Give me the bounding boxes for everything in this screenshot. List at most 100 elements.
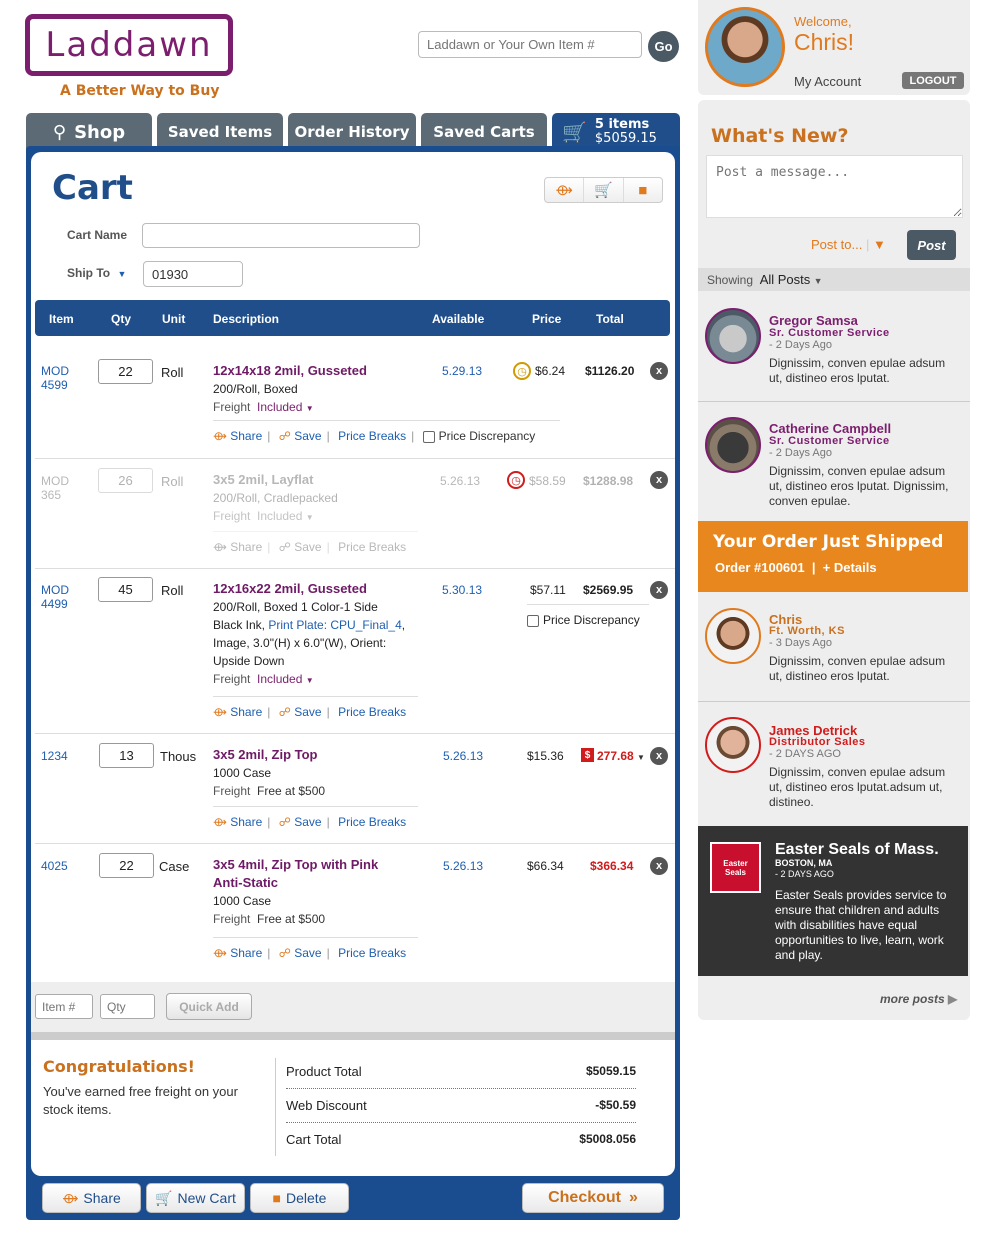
line-total: $1126.20 [585, 364, 635, 378]
table-header: Item Qty Unit Description Available Pric… [35, 300, 670, 336]
save-link[interactable]: Save [294, 946, 321, 960]
post-location: BOSTON, MA [775, 858, 833, 868]
post-to-dropdown[interactable]: Post to... | ▼ [811, 237, 886, 252]
search-input[interactable] [418, 31, 642, 58]
quick-add-qty-input[interactable] [100, 994, 155, 1019]
remove-icon[interactable]: x [650, 471, 668, 489]
freight-dropdown[interactable]: Included ▼ [257, 672, 314, 686]
share-cart-button[interactable]: ⟴ Share [42, 1183, 141, 1213]
share-icon: ⟴ [213, 946, 227, 960]
product-title[interactable]: 12x14x18 2mil, Gusseted [213, 362, 418, 380]
new-cart-button[interactable]: 🛒 New Cart [146, 1183, 245, 1213]
shipped-order: Order #100601 | + Details [715, 560, 877, 575]
qty-input[interactable]: 45 [98, 577, 153, 602]
my-account-link[interactable]: My Account [794, 74, 861, 89]
freight-dropdown[interactable]: Included ▼ [257, 400, 314, 414]
row-actions: ⟴ Share | ☍ Save | Price Breaks [213, 696, 418, 719]
freight: Freight Free at $500 [213, 784, 326, 798]
ship-to-input[interactable] [143, 261, 243, 287]
price-breaks-link[interactable]: Price Breaks [338, 429, 406, 443]
chevron-down-icon: ▼ [813, 276, 823, 286]
unit-price: $57.11 [530, 583, 566, 597]
product-title[interactable]: 3x5 2mil, Layflat [213, 471, 418, 489]
divider [698, 701, 970, 702]
price-breaks-link[interactable]: Price Breaks [338, 540, 406, 554]
logout-button[interactable]: LOGOUT [902, 72, 964, 89]
remove-icon[interactable]: x [650, 747, 668, 765]
shipped-title: Your Order Just Shipped [713, 532, 944, 552]
save-icon: ☍ [278, 705, 291, 719]
qty-input[interactable]: 22 [99, 853, 154, 878]
avatar[interactable] [705, 608, 761, 664]
more-posts-link[interactable]: more posts ▶ [880, 992, 957, 1006]
share-link[interactable]: Share [230, 705, 262, 719]
ship-to-label[interactable]: Ship To ▼ [67, 266, 126, 280]
save-link[interactable]: Save [294, 815, 321, 829]
freight: Freight Included ▼ [213, 400, 314, 414]
product-title[interactable]: 3x5 4mil, Zip Top with Pink [213, 856, 418, 874]
product-spec: 200/Roll, Boxed [213, 382, 298, 396]
product-spec: 1000 Case [213, 766, 272, 780]
qty-input[interactable]: 13 [99, 743, 154, 768]
save-link[interactable]: Save [294, 540, 321, 554]
line-total: $1288.98 [583, 474, 634, 488]
print-plate-link[interactable]: Print Plate: CPU_Final_4 [268, 618, 401, 632]
col-available: Available [432, 312, 485, 326]
product-title[interactable]: 3x5 2mil, Zip Top [213, 746, 418, 764]
product-title-line-2[interactable]: Anti-Static [213, 874, 418, 892]
unit-price: $58.59 [529, 474, 566, 488]
avatar[interactable] [705, 7, 785, 87]
add-to-cart-icon[interactable]: 🛒 [584, 178, 624, 202]
showing-filter[interactable]: Showing All Posts ▼ [698, 268, 970, 291]
trash-icon[interactable]: ■ [624, 178, 662, 202]
avatar[interactable] [705, 308, 761, 364]
price-discrepancy-checkbox[interactable] [422, 430, 435, 443]
post-message-input[interactable] [706, 155, 963, 218]
product-title[interactable]: 12x16x22 2mil, Gusseted [213, 580, 418, 598]
price-discrepancy-checkbox[interactable] [527, 614, 539, 627]
item-number[interactable]: MOD 4499 [41, 583, 69, 611]
delete-cart-button[interactable]: ■ Delete [250, 1183, 349, 1213]
quick-add-item-input[interactable] [35, 994, 93, 1019]
share-link[interactable]: Share [230, 429, 262, 443]
congrats-title: Congratulations! [43, 1057, 195, 1076]
save-link[interactable]: Save [294, 429, 321, 443]
item-number[interactable]: MOD 4599 [41, 364, 69, 392]
post-text: Dignissim, conven epulae adsum ut, disti… [769, 356, 946, 385]
post-author[interactable]: Catherine Campbell [769, 421, 891, 436]
price-breaks-link[interactable]: Price Breaks [338, 815, 406, 829]
share-icon[interactable]: ⟴ [545, 178, 585, 202]
price-breaks-link[interactable]: Price Breaks [338, 705, 406, 719]
share-link[interactable]: Share [230, 946, 262, 960]
save-link[interactable]: Save [294, 705, 321, 719]
go-button[interactable]: Go [648, 31, 679, 62]
easter-seals-logo[interactable]: Easter Seals [710, 842, 761, 893]
share-link[interactable]: Share [230, 815, 262, 829]
post-author[interactable]: Easter Seals of Mass. [775, 841, 939, 859]
share-icon: ⟴ [213, 540, 227, 554]
laddawn-logo[interactable]: Laddawn [25, 14, 233, 76]
post-author[interactable]: Gregor Samsa [769, 313, 858, 328]
post-role: Ft. Worth, KS [769, 625, 845, 637]
quick-add-button[interactable]: Quick Add [166, 993, 252, 1020]
item-number[interactable]: 4025 [41, 859, 68, 873]
item-number[interactable]: MOD 365 [41, 474, 69, 502]
item-number[interactable]: 1234 [41, 749, 68, 763]
share-link[interactable]: Share [230, 540, 262, 554]
remove-icon[interactable]: x [650, 857, 668, 875]
avatar[interactable] [705, 417, 761, 473]
summary-row: Product Total $5059.15 [286, 1064, 636, 1079]
details-link[interactable]: + Details [823, 560, 877, 575]
qty-input[interactable]: 22 [98, 359, 153, 384]
order-shipped-banner[interactable]: Your Order Just Shipped Order #100601 | … [698, 521, 968, 592]
cart-name-input[interactable] [142, 223, 420, 248]
remove-icon[interactable]: x [650, 581, 668, 599]
remove-icon[interactable]: x [650, 362, 668, 380]
checkout-button[interactable]: Checkout» [522, 1183, 664, 1213]
line-total-dropdown[interactable]: 277.68 ▼ [597, 749, 645, 763]
price-breaks-link[interactable]: Price Breaks [338, 946, 406, 960]
post-button[interactable]: Post [907, 230, 956, 260]
avatar[interactable] [705, 717, 761, 773]
post-text: Dignissim, conven epulae adsum ut, disti… [769, 765, 946, 809]
qty-input[interactable]: 26 [98, 468, 153, 493]
